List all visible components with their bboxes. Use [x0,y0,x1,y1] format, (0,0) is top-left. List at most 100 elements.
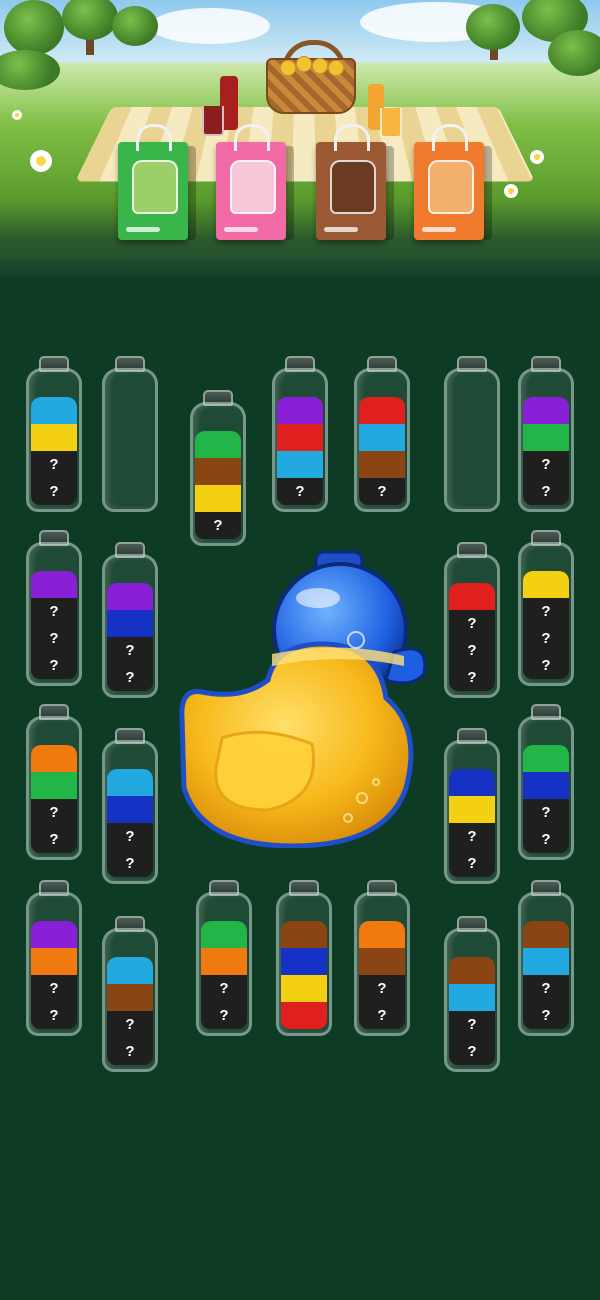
bottle[interactable]: ?? [102,542,158,698]
blue-liquid-layer [449,769,495,796]
empty-bottle[interactable] [444,356,500,512]
flower-icon [530,150,544,164]
bottle[interactable]: ??? [444,542,500,698]
hidden-layer: ? [31,799,77,826]
hidden-layer: ? [107,850,153,877]
bottle[interactable]: ? [272,356,328,512]
green-liquid-layer [31,772,77,799]
bottle[interactable]: ? [190,390,246,546]
yellow-liquid-layer [31,424,77,451]
hidden-layer: ? [449,850,495,877]
bottle[interactable]: ??? [518,530,574,686]
tree-icon [466,4,520,50]
bottle-glass: ?? [444,928,500,1072]
rubber-duck-bottle-icon[interactable] [172,548,432,849]
cyan-liquid-layer [107,957,153,984]
green-liquid-layer [201,921,247,948]
green-liquid-layer [195,431,241,458]
brown-liquid-layer [523,921,569,948]
bottle-glass: ?? [26,892,82,1036]
bottle[interactable]: ? [354,356,410,512]
yellow-liquid-layer [195,485,241,512]
hidden-layer: ? [449,1038,495,1065]
cyan-liquid-layer [277,451,323,478]
drink-icon [428,160,474,214]
hidden-layer: ? [31,478,77,505]
bottle-glass: ?? [26,716,82,860]
brown-liquid-layer [359,948,405,975]
bottle[interactable]: ?? [102,916,158,1072]
cyan-liquid-layer [449,984,495,1011]
bottle[interactable]: ?? [26,880,82,1036]
bottle-glass [276,892,332,1036]
bag-handle [334,124,370,151]
hidden-layer: ? [31,826,77,853]
bush-icon [548,30,600,76]
blue-liquid-layer [523,772,569,799]
bush-icon [0,50,60,90]
bottle-glass: ?? [518,368,574,512]
pink-drink-bag [216,124,294,240]
tree-icon [4,0,64,55]
bottle-glass: ?? [354,892,410,1036]
yellow-liquid-layer [281,975,327,1002]
brown-liquid-layer [449,957,495,984]
bottle-glass: ??? [26,542,82,686]
hidden-layer: ? [449,610,495,637]
hidden-layer: ? [449,664,495,691]
hidden-layer: ? [359,975,405,1002]
purple-liquid-layer [31,571,77,598]
bottle[interactable]: ?? [518,880,574,1036]
bottle[interactable]: ?? [26,356,82,512]
hidden-layer: ? [523,826,569,853]
brown-liquid-layer [107,984,153,1011]
cyan-liquid-layer [359,424,405,451]
empty-bottle[interactable] [102,356,158,512]
hidden-layer: ? [31,1002,77,1029]
hidden-layer: ? [359,478,405,505]
bottle[interactable]: ?? [102,728,158,884]
bag-tag [422,227,456,232]
bag-tag [324,227,358,232]
red-liquid-layer [281,1002,327,1029]
hidden-layer: ? [277,478,323,505]
hidden-layer: ? [523,1002,569,1029]
drink-icon [132,160,178,214]
lemon-icon [328,60,344,76]
bottle[interactable]: ?? [26,704,82,860]
green-drink-bag [118,124,196,240]
flower-icon [12,110,22,120]
purple-liquid-layer [523,397,569,424]
bag-tag [224,227,258,232]
bottle[interactable]: ?? [444,916,500,1072]
scene-divider [0,258,600,278]
bottle[interactable] [276,880,332,1036]
bottle[interactable]: ?? [196,880,252,1036]
bottle[interactable]: ?? [354,880,410,1036]
red-liquid-layer [359,397,405,424]
cloud [150,8,270,44]
bottle[interactable]: ?? [444,728,500,884]
red-liquid-layer [449,583,495,610]
glass-icon [202,106,224,136]
orange-liquid-layer [201,948,247,975]
hidden-layer: ? [107,637,153,664]
hidden-layer: ? [523,975,569,1002]
orange-liquid-layer [31,948,77,975]
bottle[interactable]: ?? [518,356,574,512]
red-liquid-layer [277,424,323,451]
duck-shine [296,588,340,608]
hidden-layer: ? [523,799,569,826]
brown-liquid-layer [281,921,327,948]
cyan-liquid-layer [107,769,153,796]
yellow-liquid-layer [449,796,495,823]
bottle[interactable]: ?? [518,704,574,860]
flower-icon [30,150,52,172]
bottle[interactable]: ??? [26,530,82,686]
bottle-glass: ??? [518,542,574,686]
blue-liquid-layer [107,610,153,637]
hidden-layer: ? [449,637,495,664]
yellow-liquid-layer [523,571,569,598]
hidden-layer: ? [107,1038,153,1065]
brown-drink-bag [316,124,394,240]
